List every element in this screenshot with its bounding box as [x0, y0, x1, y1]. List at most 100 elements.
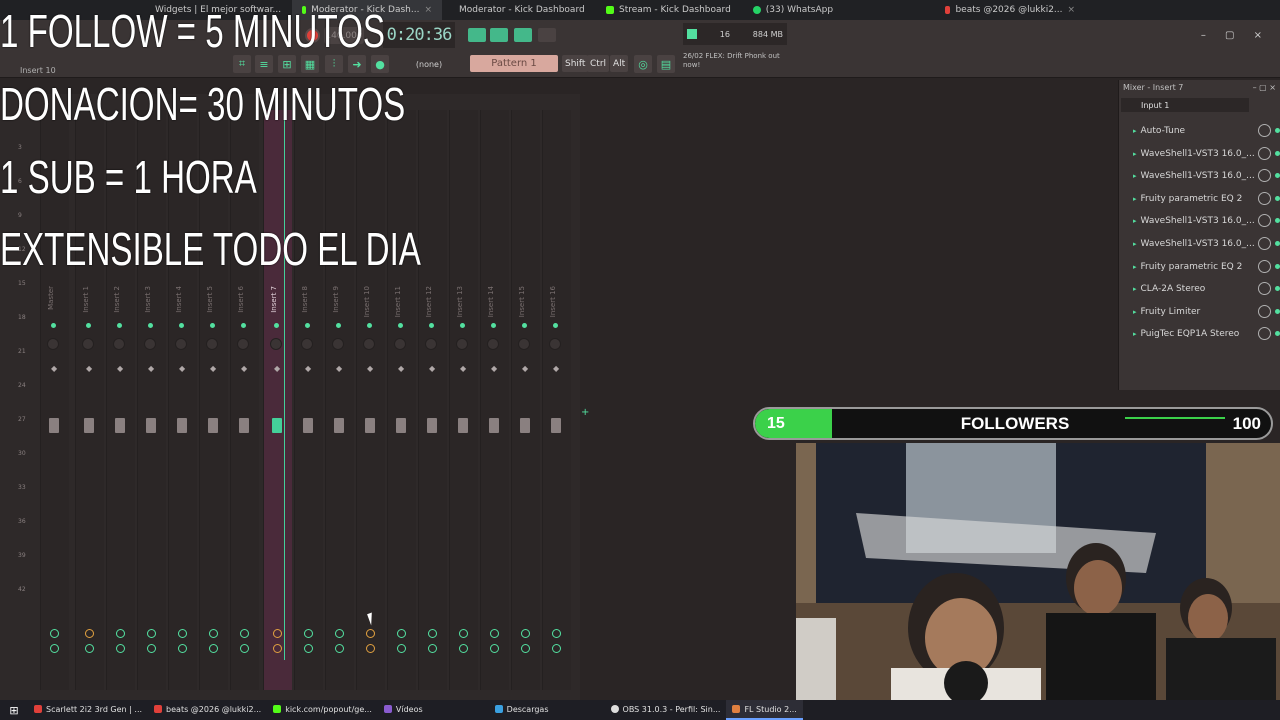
pattern-selector[interactable]: Pattern 1	[470, 55, 558, 72]
channel-active-led[interactable]	[429, 323, 434, 328]
slot-enable-led[interactable]	[1275, 263, 1280, 269]
pan-knob[interactable]	[270, 338, 282, 350]
browser-tab[interactable]: beats @2026 @lukki2... ×	[935, 0, 1085, 20]
route-indicator-icon[interactable]	[304, 629, 313, 638]
pan-knob[interactable]	[332, 338, 344, 350]
volume-fader[interactable]	[49, 418, 59, 433]
channel-active-led[interactable]	[522, 323, 527, 328]
channel-active-led[interactable]	[336, 323, 341, 328]
stereo-separation-icon[interactable]: ◆	[429, 365, 435, 373]
mix-level-knob[interactable]	[1258, 259, 1271, 273]
send-indicator-icon[interactable]	[366, 644, 375, 653]
send-indicator-icon[interactable]	[85, 644, 94, 653]
channel-active-led[interactable]	[179, 323, 184, 328]
pan-knob[interactable]	[456, 338, 468, 350]
taskbar-item[interactable]: Scarlett 2i2 3rd Gen | ...	[28, 700, 148, 720]
ctrl-key-button[interactable]: Ctrl	[587, 55, 610, 72]
volume-fader[interactable]	[84, 418, 94, 433]
mix-level-knob[interactable]	[1258, 282, 1271, 296]
slot-enable-led[interactable]	[1275, 150, 1280, 156]
route-indicator-icon[interactable]	[428, 629, 437, 638]
pan-knob[interactable]	[206, 338, 218, 350]
channel-active-led[interactable]	[553, 323, 558, 328]
slot-arrow-icon[interactable]: ▸	[1133, 217, 1137, 225]
send-indicator-icon[interactable]	[397, 644, 406, 653]
browser-tab[interactable]: Moderator - Kick Dashboard	[444, 0, 594, 20]
shop-icon[interactable]: ▤	[657, 55, 675, 73]
mix-level-knob[interactable]	[1258, 146, 1271, 160]
step-edit-button[interactable]	[490, 28, 508, 42]
pan-knob[interactable]	[82, 338, 94, 350]
mixer-channel[interactable]: Insert 9 ◆	[325, 110, 354, 690]
slot-enable-led[interactable]	[1275, 286, 1280, 292]
route-indicator-icon[interactable]	[240, 629, 249, 638]
slot-arrow-icon[interactable]: ▸	[1133, 127, 1137, 135]
volume-fader[interactable]	[177, 418, 187, 433]
channel-active-led[interactable]	[491, 323, 496, 328]
window-controls[interactable]: – ▢ ×	[1253, 83, 1276, 92]
volume-fader[interactable]	[458, 418, 468, 433]
route-indicator-icon[interactable]	[50, 629, 59, 638]
taskbar-item[interactable]: kick.com/popout/ge...	[267, 700, 378, 720]
send-indicator-icon[interactable]	[459, 644, 468, 653]
route-indicator-icon[interactable]	[459, 629, 468, 638]
effect-slot[interactable]: ▸ PuigTec EQP1A Stereo	[1123, 324, 1257, 344]
slot-enable-led[interactable]	[1275, 195, 1280, 201]
mixer-channel[interactable]: Insert 11 ◆	[387, 110, 416, 690]
volume-fader[interactable]	[489, 418, 499, 433]
pattern-picker[interactable]: (none)	[404, 56, 454, 72]
close-icon[interactable]: ×	[424, 5, 432, 15]
playlist-icon[interactable]: ≡	[255, 55, 273, 73]
pan-knob[interactable]	[47, 338, 59, 350]
channel-active-led[interactable]	[86, 323, 91, 328]
slot-enable-led[interactable]	[1275, 218, 1280, 224]
pan-knob[interactable]	[394, 338, 406, 350]
channel-active-led[interactable]	[367, 323, 372, 328]
route-indicator-icon[interactable]	[116, 629, 125, 638]
send-indicator-icon[interactable]	[490, 644, 499, 653]
volume-fader[interactable]	[334, 418, 344, 433]
volume-fader[interactable]	[365, 418, 375, 433]
stereo-separation-icon[interactable]: ◆	[336, 365, 342, 373]
route-indicator-icon[interactable]	[552, 629, 561, 638]
pan-knob[interactable]	[113, 338, 125, 350]
pan-knob[interactable]	[144, 338, 156, 350]
volume-fader[interactable]	[427, 418, 437, 433]
taskbar-item[interactable]: beats @2026 @lukki2...	[148, 700, 267, 720]
mixer-channel[interactable]: Insert 10 ◆	[356, 110, 385, 690]
alt-key-button[interactable]: Alt	[610, 55, 629, 72]
effect-slot[interactable]: ▸ WaveShell1-VST3 16.0_...	[1123, 234, 1257, 254]
stereo-separation-icon[interactable]: ◆	[460, 365, 466, 373]
stereo-separation-icon[interactable]: ◆	[398, 365, 404, 373]
effect-slot[interactable]: ▸ WaveShell1-VST3 16.0_...	[1123, 211, 1257, 231]
send-indicator-icon[interactable]	[552, 644, 561, 653]
piano-roll-icon[interactable]: ▦	[301, 55, 319, 73]
channel-active-led[interactable]	[117, 323, 122, 328]
browser-tab[interactable]: Stream - Kick Dashboard	[596, 0, 741, 20]
effect-slot[interactable]: ▸ WaveShell1-VST3 16.0_...	[1123, 166, 1257, 186]
mixer-channel[interactable]: Insert 14 ◆	[480, 110, 509, 690]
volume-fader[interactable]	[520, 418, 530, 433]
effect-slot[interactable]: ▸ WaveShell1-VST3 16.0_...	[1123, 144, 1257, 164]
loop-record-button[interactable]	[538, 28, 556, 42]
slot-enable-led[interactable]	[1275, 308, 1280, 314]
slot-arrow-icon[interactable]: ▸	[1133, 195, 1137, 203]
song-time-display[interactable]: 0:20:36	[383, 22, 455, 48]
browser-icon[interactable]: ➜	[348, 55, 366, 73]
pan-knob[interactable]	[487, 338, 499, 350]
channel-active-led[interactable]	[274, 323, 279, 328]
route-indicator-icon[interactable]	[209, 629, 218, 638]
pan-knob[interactable]	[301, 338, 313, 350]
mix-level-knob[interactable]	[1258, 327, 1271, 341]
snap-icon[interactable]: ⌗	[233, 55, 251, 73]
blend-notes-button[interactable]	[514, 28, 532, 42]
typing-keyboard-icon[interactable]: ◎	[634, 55, 652, 73]
send-indicator-icon[interactable]	[50, 644, 59, 653]
slot-enable-led[interactable]	[1275, 241, 1280, 246]
stereo-separation-icon[interactable]: ◆	[241, 365, 247, 373]
send-indicator-icon[interactable]	[304, 644, 313, 653]
route-indicator-icon[interactable]	[490, 629, 499, 638]
pan-knob[interactable]	[175, 338, 187, 350]
slot-arrow-icon[interactable]: ▸	[1133, 263, 1137, 271]
channel-active-led[interactable]	[398, 323, 403, 328]
